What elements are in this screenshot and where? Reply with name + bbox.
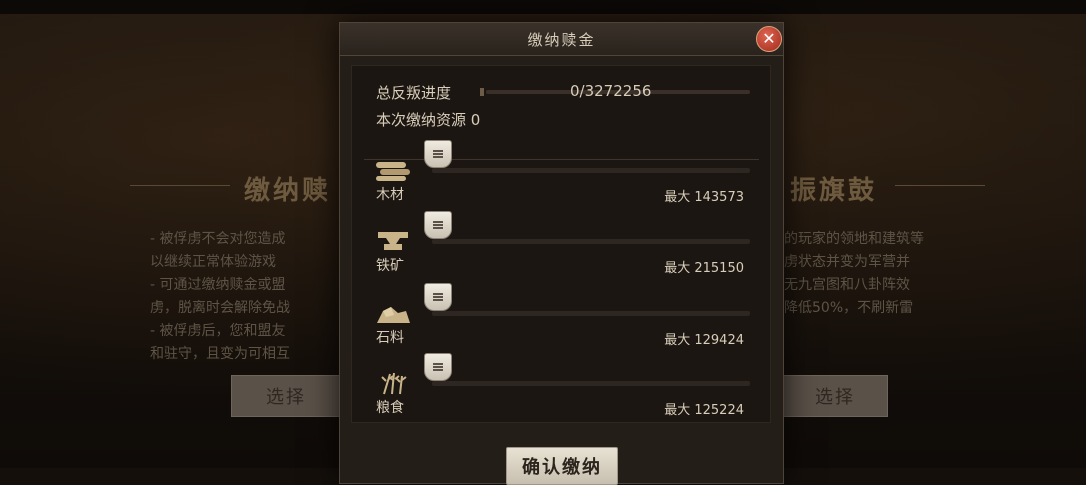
resource-row-stone: 石料 最大 129424 xyxy=(364,283,759,353)
current-payment-label: 本次缴纳资源 0 xyxy=(376,111,481,129)
resource-row-wood: 木材 最大 143573 xyxy=(364,140,759,210)
bg-title-left: 缴纳赎 xyxy=(244,176,332,206)
resource-slider-track[interactable] xyxy=(432,168,750,173)
total-progress-value: 0/3272256 xyxy=(570,82,652,100)
close-icon: ✕ xyxy=(762,29,776,48)
resource-slider-handle[interactable] xyxy=(424,211,452,239)
resource-row-iron: 铁矿 最大 215150 xyxy=(364,211,759,281)
stone-rocks-icon xyxy=(377,307,410,323)
progress-knob xyxy=(480,88,484,96)
resource-slider-handle[interactable] xyxy=(424,283,452,311)
resource-slider-handle[interactable] xyxy=(424,353,452,381)
dialog-header: 缴纳赎金 xyxy=(340,23,783,56)
resource-slider-track[interactable] xyxy=(432,239,750,244)
resource-max: 最大 129424 xyxy=(664,333,744,348)
bg-title-right: 振旗鼓 xyxy=(790,176,878,206)
ransom-dialog: 缴纳赎金 ✕ 总反叛进度 0/3272256 本次缴纳资源 0 木材 最大 14… xyxy=(339,22,784,485)
bg-text-right: 的玩家的领地和建筑等 虏状态并变为军营并 无九宫图和八卦阵效 降低50%，不刷新… xyxy=(784,231,924,316)
bg-select-button-right[interactable]: 选择 xyxy=(782,375,888,417)
grain-wheat-icon xyxy=(381,372,407,395)
resource-name: 石料 xyxy=(376,330,404,346)
bg-text-left: - 被俘虏不会对您造成 以继续正常体验游戏 - 可通过缴纳赎金或盟 虏，脱离时会… xyxy=(150,231,290,362)
iron-anvil-icon xyxy=(378,232,408,250)
resource-max: 最大 143573 xyxy=(664,190,744,205)
resource-name: 木材 xyxy=(376,187,404,203)
total-progress-label: 总反叛进度 xyxy=(376,84,452,102)
top-bar xyxy=(0,0,1086,14)
confirm-payment-button[interactable]: 确认缴纳 xyxy=(506,447,618,485)
resource-name: 粮食 xyxy=(376,400,404,416)
close-button[interactable]: ✕ xyxy=(756,26,782,52)
resource-row-grain: 粮食 最大 125224 xyxy=(364,353,759,423)
resource-slider-handle[interactable] xyxy=(424,140,452,168)
resource-name: 铁矿 xyxy=(376,258,404,274)
wood-logs-icon xyxy=(376,162,410,181)
resource-max: 最大 125224 xyxy=(664,403,744,418)
resource-slider-track[interactable] xyxy=(432,381,750,386)
bg-divider-left xyxy=(130,185,230,186)
resource-max: 最大 215150 xyxy=(664,261,744,276)
bg-select-button-left[interactable]: 选择 xyxy=(231,375,341,417)
dialog-title: 缴纳赎金 xyxy=(527,30,596,49)
bg-divider-right xyxy=(895,185,985,186)
resource-slider-track[interactable] xyxy=(432,311,750,316)
